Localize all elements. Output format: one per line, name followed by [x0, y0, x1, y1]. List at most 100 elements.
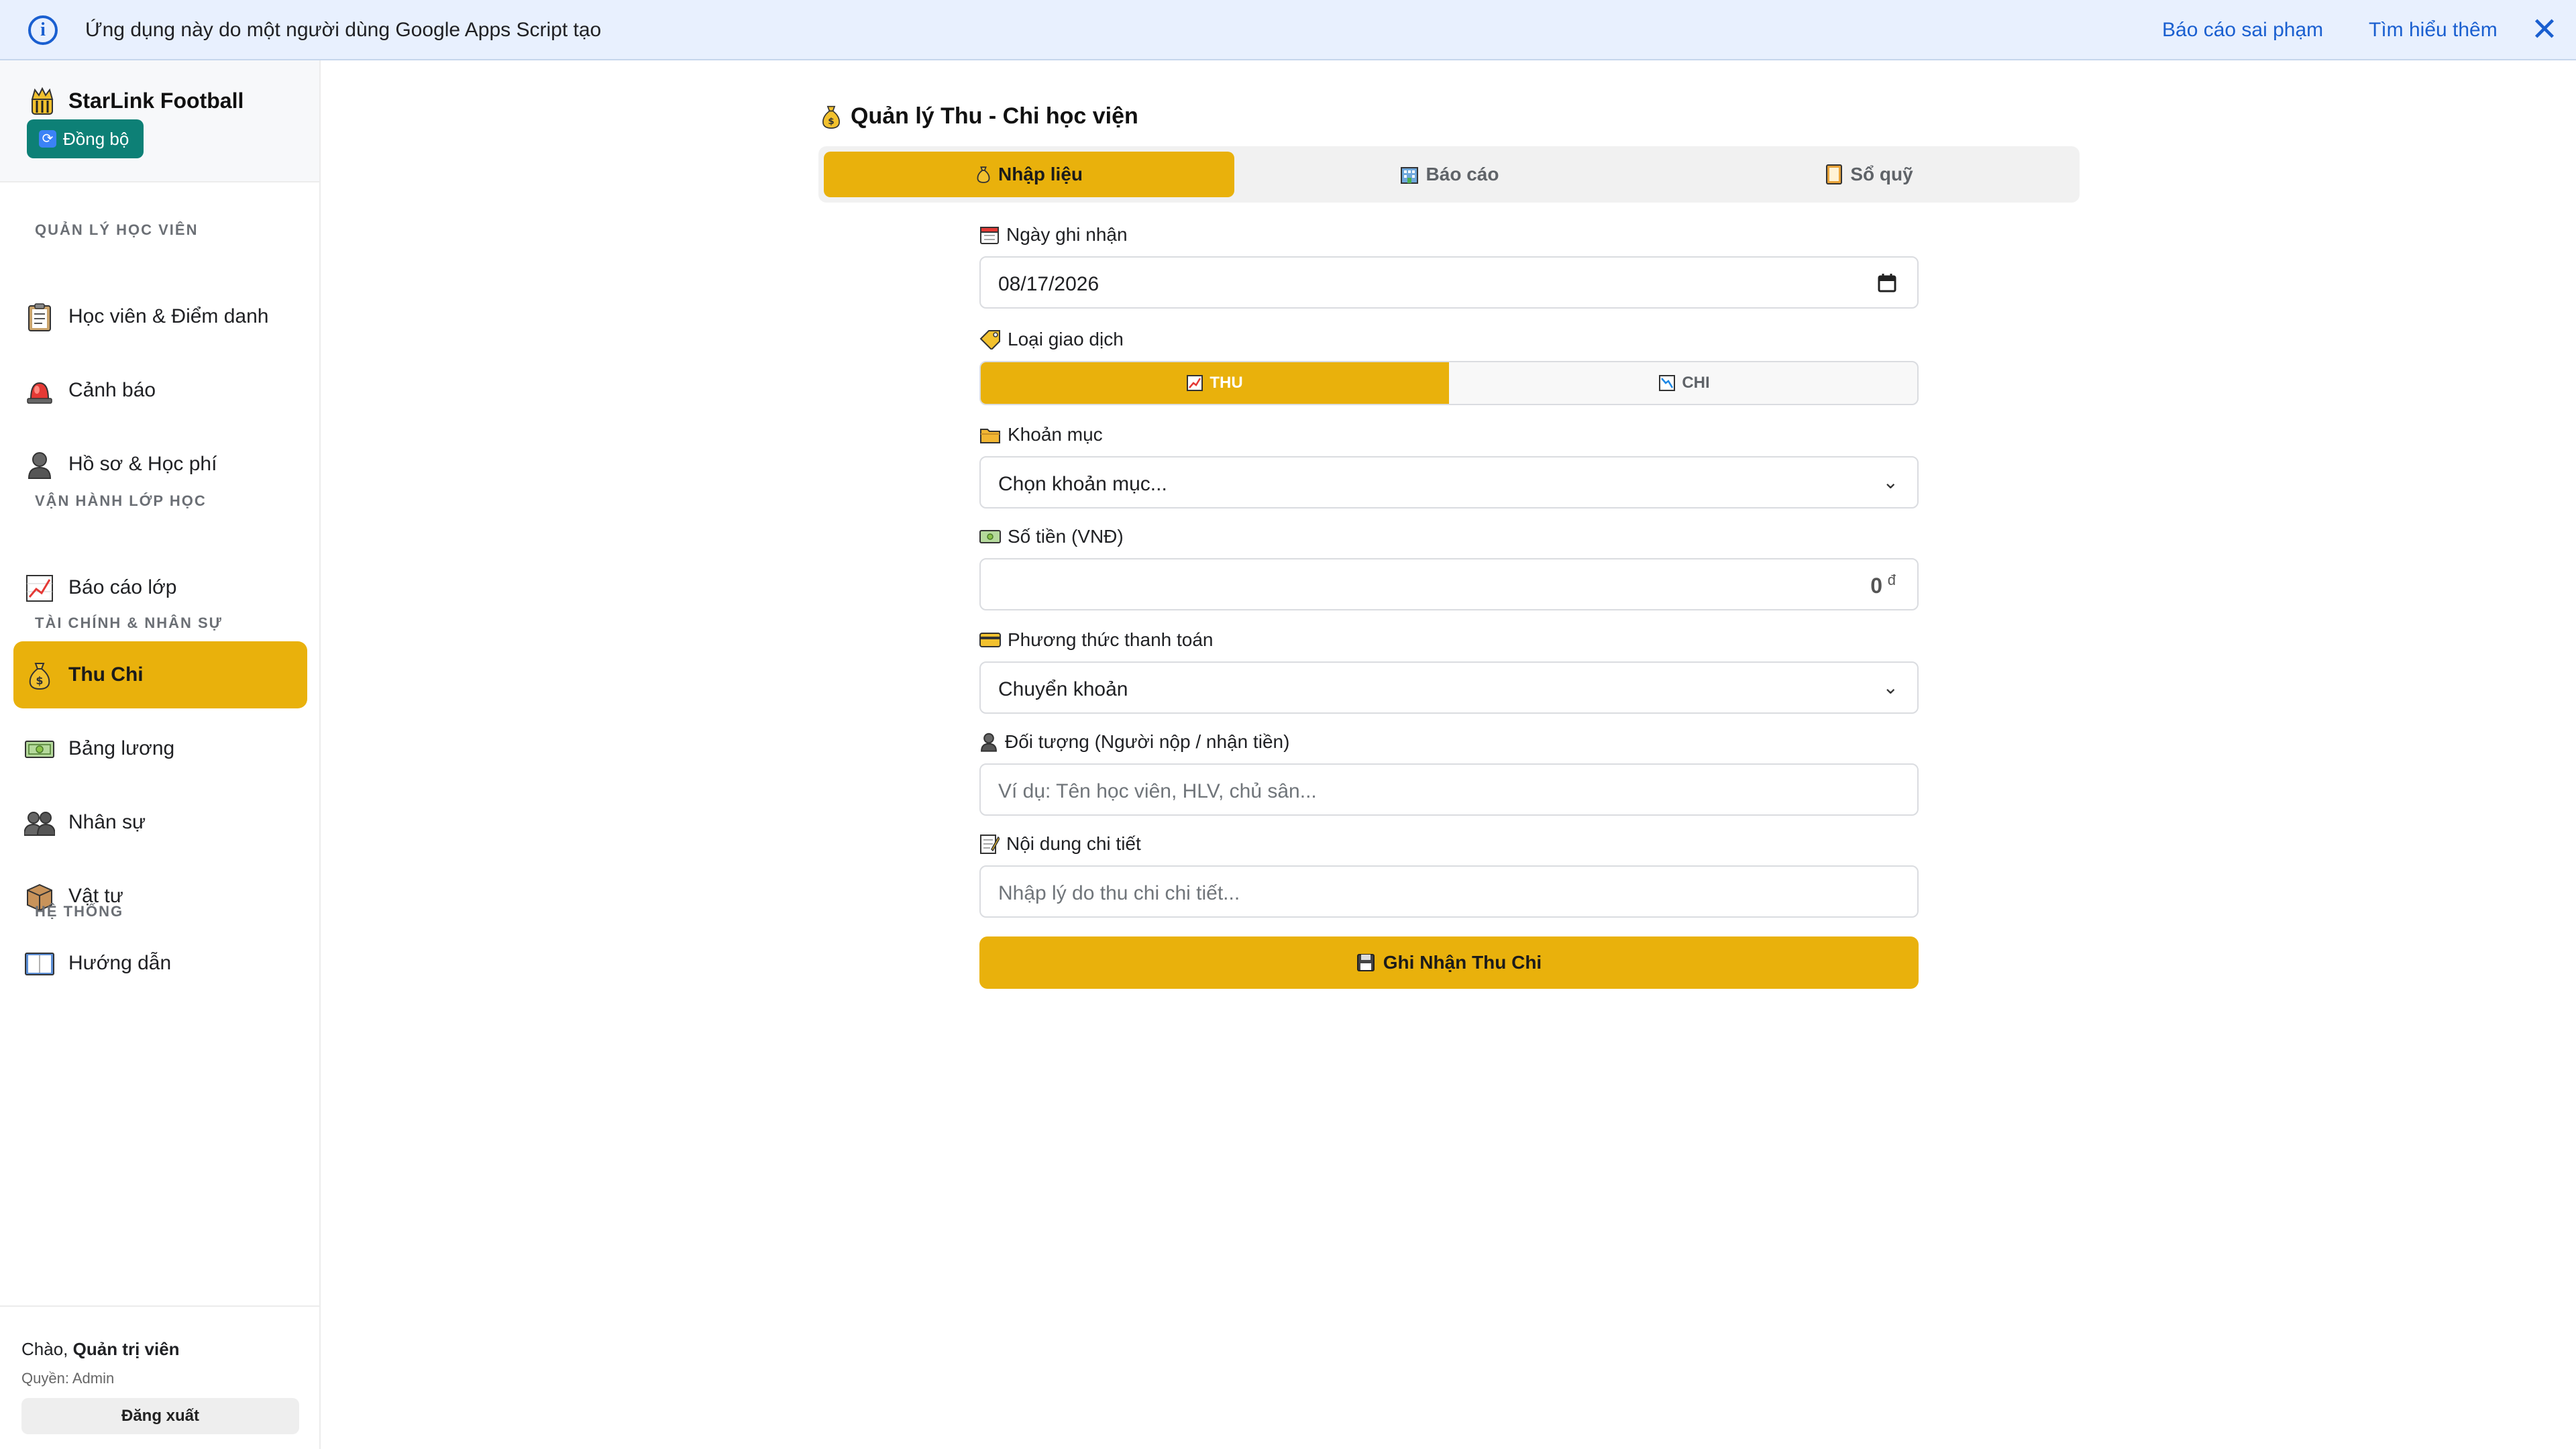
user-icon	[979, 732, 998, 752]
close-icon[interactable]: ✕	[2531, 12, 2558, 48]
banner-text: Ứng dụng này do một người dùng Google Ap…	[85, 19, 602, 41]
brand-header: StarLink Football ⟳ Đồng bộ	[0, 60, 319, 182]
clipboard-icon	[24, 302, 55, 333]
payment-method-value: Chuyển khoản	[998, 678, 1128, 700]
chart-up-icon	[24, 573, 55, 604]
tab-report[interactable]: Báo cáo	[1244, 152, 1654, 197]
section-title-students: QUẢN LÝ HỌC VIÊN	[35, 221, 199, 238]
svg-text:$: $	[36, 674, 43, 687]
greeting-prefix: Chào,	[21, 1339, 68, 1359]
detail-textarea[interactable]: Nhập lý do thu chi chi tiết...	[979, 865, 1919, 918]
transaction-type-toggle: THU CHI	[979, 361, 1919, 405]
sidebar-item-alerts[interactable]: Cảnh báo	[13, 357, 307, 424]
chart-up-icon	[1187, 375, 1203, 391]
income-option-button[interactable]: THU	[981, 362, 1449, 404]
date-label: Ngày ghi nhận	[979, 224, 1128, 246]
type-label: Loại giao dịch	[979, 329, 1124, 350]
amount-label: Số tiền (VNĐ)	[979, 526, 1124, 547]
chart-down-icon	[1659, 375, 1676, 391]
sidebar-item-profile-fees[interactable]: Hồ sơ & Học phí	[13, 431, 307, 498]
cash-icon	[24, 734, 55, 765]
siren-icon	[24, 376, 55, 407]
cash-icon	[979, 529, 1001, 545]
sidebar-item-label: Học viên & Điểm danh	[68, 305, 269, 327]
user-name: Quản trị viên	[72, 1339, 180, 1359]
brand-name: StarLink Football	[68, 89, 244, 113]
category-select[interactable]: Chọn khoản mục... ⌄	[979, 456, 1919, 508]
money-bag-icon: $	[24, 660, 55, 691]
sidebar-item-label: Hồ sơ & Học phí	[68, 453, 217, 475]
sidebar-item-label: Cảnh báo	[68, 379, 156, 401]
category-label-text: Khoản mục	[1008, 424, 1103, 445]
party-placeholder: Ví dụ: Tên học viên, HLV, chủ sân...	[998, 780, 1317, 802]
close-banner-button[interactable]: ✕	[2529, 12, 2560, 48]
date-field[interactable]: 08/17/2026	[979, 256, 1919, 309]
section-title-system: HỆ THỐNG	[35, 903, 124, 920]
money-bag-icon: $	[820, 104, 843, 129]
learn-more-link[interactable]: Tìm hiểu thêm	[2369, 19, 2498, 42]
party-input[interactable]: Ví dụ: Tên học viên, HLV, chủ sân...	[979, 763, 1919, 816]
sidebar-item-label: Hướng dẫn	[68, 952, 172, 974]
tab-label: Nhập liệu	[998, 164, 1083, 184]
ledger-icon	[1825, 164, 1843, 185]
sidebar-item-payroll[interactable]: Bảng lương	[13, 715, 307, 782]
floppy-disk-icon	[1356, 953, 1375, 972]
expense-option-button[interactable]: CHI	[1450, 362, 1917, 404]
report-abuse-link[interactable]: Báo cáo sai phạm	[2162, 19, 2323, 42]
income-option-label: THU	[1210, 374, 1243, 392]
date-label-text: Ngày ghi nhận	[1006, 224, 1128, 245]
detail-placeholder: Nhập lý do thu chi chi tiết...	[998, 882, 1240, 904]
detail-label: Nội dung chi tiết	[979, 833, 1141, 855]
tab-data-entry[interactable]: Nhập liệu	[824, 152, 1234, 197]
tabs-bar: Nhập liệu Báo cáo Sổ quỹ	[818, 146, 2080, 203]
calendar-picker-icon[interactable]	[1877, 272, 1897, 299]
sidebar-item-guide[interactable]: Hướng dẫn	[13, 930, 307, 997]
detail-label-text: Nội dung chi tiết	[1006, 833, 1141, 854]
info-icon: i	[28, 15, 58, 45]
payment-method-label: Phương thức thanh toán	[979, 629, 1214, 651]
sidebar-item-label: Nhân sự	[68, 811, 146, 833]
sync-button[interactable]: ⟳ Đồng bộ	[27, 119, 144, 158]
greeting: Chào, Quản trị viên	[21, 1339, 180, 1360]
page-title-text: Quản lý Thu - Chi học viện	[851, 103, 1138, 129]
payment-method-label-text: Phương thức thanh toán	[1008, 629, 1214, 650]
payment-method-select[interactable]: Chuyển khoản ⌄	[979, 661, 1919, 714]
user-role: Quyền: Admin	[21, 1370, 115, 1387]
sidebar-item-class-report[interactable]: Báo cáo lớp	[13, 554, 307, 621]
sidebar-item-students-attendance[interactable]: Học viên & Điểm danh	[13, 283, 307, 350]
date-value: 08/17/2026	[998, 273, 1099, 295]
sidebar-item-label: Báo cáo lớp	[68, 576, 177, 598]
type-label-text: Loại giao dịch	[1008, 329, 1124, 350]
bank-icon	[1399, 164, 1419, 184]
user-panel: Chào, Quản trị viên Quyền: Admin Đăng xu…	[0, 1305, 319, 1449]
tag-icon	[979, 329, 1001, 350]
tab-label: Báo cáo	[1426, 164, 1499, 184]
sidebar-item-staff[interactable]: Nhân sự	[13, 789, 307, 856]
amount-value: 0	[1870, 574, 1882, 598]
amount-label-text: Số tiền (VNĐ)	[1008, 526, 1124, 547]
category-selected-value: Chọn khoản mục...	[998, 473, 1167, 495]
party-label-text: Đối tượng (Người nộp / nhận tiền)	[1005, 731, 1290, 752]
sync-icon: ⟳	[39, 130, 56, 148]
svg-text:$: $	[828, 116, 834, 127]
category-label: Khoản mục	[979, 424, 1103, 445]
chevron-down-icon[interactable]: ⌄	[1883, 471, 1898, 493]
currency-symbol: đ	[1887, 572, 1896, 588]
credit-card-icon	[979, 632, 1001, 648]
party-label: Đối tượng (Người nộp / nhận tiền)	[979, 731, 1289, 753]
logout-button[interactable]: Đăng xuất	[21, 1398, 299, 1434]
submit-transaction-button[interactable]: Ghi Nhận Thu Chi	[979, 936, 1919, 989]
tab-cashbook[interactable]: Sổ quỹ	[1664, 152, 2074, 197]
expense-option-label: CHI	[1682, 374, 1710, 392]
sync-label: Đồng bộ	[63, 128, 129, 149]
section-title-finance: TÀI CHÍNH & NHÂN SỰ	[35, 614, 223, 631]
book-icon	[24, 949, 55, 979]
memo-icon	[979, 833, 1000, 855]
sidebar-item-income-expense[interactable]: $ Thu Chi	[13, 641, 307, 708]
section-title-operations: VẬN HÀNH LỚP HỌC	[35, 492, 207, 509]
page-title: $ Quản lý Thu - Chi học viện	[820, 103, 1138, 129]
submit-label: Ghi Nhận Thu Chi	[1383, 952, 1542, 973]
users-icon	[24, 808, 55, 839]
chevron-down-icon[interactable]: ⌄	[1883, 676, 1898, 698]
amount-input[interactable]: 0 đ	[979, 558, 1919, 610]
